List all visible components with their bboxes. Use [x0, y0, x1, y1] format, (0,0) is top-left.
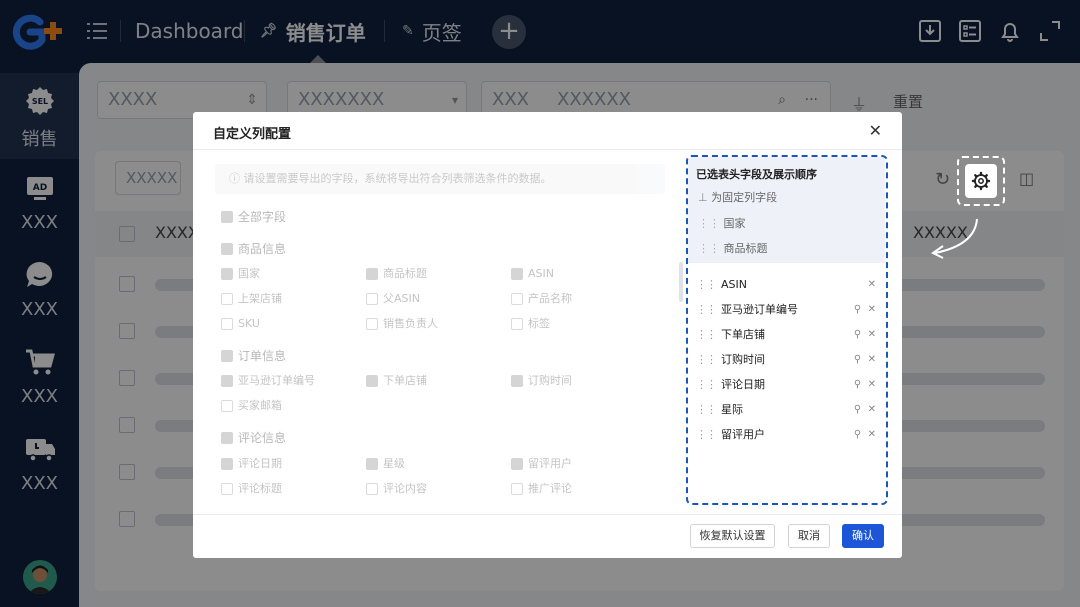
remove-icon[interactable]: ✕: [868, 354, 876, 365]
selected-column-item[interactable]: ⋮⋮ 星际 ⚲ ✕: [696, 402, 880, 418]
fixed-column-item: ⋮⋮ 商品标题: [698, 240, 768, 256]
field-checkbox[interactable]: 评论标题: [221, 482, 282, 496]
scrollbar[interactable]: [679, 262, 683, 302]
field-checkbox[interactable]: 产品名称: [511, 292, 572, 306]
remove-icon[interactable]: ✕: [868, 404, 876, 415]
field-selection-pane: ⓘ 请设置需要导出的字段，系统将导出符合列表筛选条件的数据。 全部字段 商品信息…: [215, 164, 670, 508]
column-label: 星际: [721, 403, 743, 416]
row-actions: ⚲ ✕: [854, 402, 876, 418]
field-checkbox[interactable]: 亚马逊订单编号: [221, 374, 315, 388]
drag-handle-icon[interactable]: ⋮⋮: [696, 353, 717, 366]
field-checkbox[interactable]: 国家: [221, 267, 260, 281]
selected-column-item[interactable]: ⋮⋮ 下单店铺 ⚲ ✕: [696, 327, 880, 343]
checkbox-group[interactable]: 商品信息: [221, 242, 286, 256]
field-checkbox[interactable]: ASIN: [511, 267, 554, 281]
divider: [193, 149, 902, 150]
pin-icon[interactable]: ⚲: [854, 329, 861, 340]
cancel-button[interactable]: 取消: [788, 524, 830, 548]
pin-icon[interactable]: ⚲: [854, 379, 861, 390]
column-label: 评论日期: [721, 378, 765, 391]
close-icon[interactable]: ✕: [869, 121, 882, 140]
dialog-title: 自定义列配置: [213, 127, 292, 142]
field-checkbox[interactable]: 留评用户: [511, 457, 572, 471]
pointer-arrow-icon: [931, 218, 978, 259]
column-label: 订购时间: [721, 353, 765, 366]
drag-handle-icon[interactable]: ⋮⋮: [696, 328, 717, 341]
drag-handle-icon[interactable]: ⋮⋮: [696, 378, 717, 391]
remove-icon[interactable]: ✕: [868, 304, 876, 315]
drag-handle-icon[interactable]: ⋮⋮: [696, 303, 717, 316]
field-checkbox[interactable]: 上架店铺: [221, 292, 282, 306]
fixed-column-label: 商品标题: [723, 242, 768, 255]
restore-defaults-button[interactable]: 恢复默认设置: [690, 524, 775, 548]
remove-icon[interactable]: ✕: [868, 277, 876, 293]
selected-column-item[interactable]: ⋮⋮ 亚马逊订单编号 ⚲ ✕: [696, 302, 880, 318]
column-label: 亚马逊订单编号: [721, 303, 798, 316]
field-checkbox[interactable]: 评论内容: [366, 482, 427, 496]
field-checkbox[interactable]: 销售负责人: [366, 317, 438, 331]
notice-text: 请设置需要导出的字段，系统将导出符合列表筛选条件的数据。: [243, 172, 552, 185]
gear-icon: [971, 171, 991, 191]
column-label: ASIN: [721, 278, 747, 291]
selected-column-item[interactable]: ⋮⋮ 评论日期 ⚲ ✕: [696, 377, 880, 393]
field-checkbox[interactable]: 下单店铺: [366, 374, 427, 388]
pin-icon: ⊥: [698, 191, 712, 204]
row-actions: ⚲ ✕: [854, 302, 876, 318]
fixed-columns-hint: ⊥ 为固定列字段: [698, 189, 777, 205]
info-icon: ⓘ: [229, 172, 244, 185]
row-actions: ⚲ ✕: [854, 327, 876, 343]
drag-handle-icon[interactable]: ⋮⋮: [696, 428, 717, 441]
info-notice: ⓘ 请设置需要导出的字段，系统将导出符合列表筛选条件的数据。: [215, 164, 665, 194]
field-checkbox[interactable]: 买家邮箱: [221, 399, 282, 413]
field-checkbox[interactable]: 星级: [366, 457, 405, 471]
row-actions: ⚲ ✕: [854, 427, 876, 443]
column-label: 下单店铺: [721, 328, 765, 341]
checkbox-group[interactable]: 订单信息: [221, 349, 286, 363]
row-actions: ⚲ ✕: [854, 352, 876, 368]
app-window: Dashboard 📌︎ 销售订单 ✎ 页签 + SEL 销售 AD XXX X…: [0, 0, 1080, 607]
pin-icon[interactable]: ⚲: [854, 354, 861, 365]
field-checkbox[interactable]: 父ASIN: [366, 292, 420, 306]
confirm-button[interactable]: 确认: [842, 524, 884, 548]
remove-icon[interactable]: ✕: [868, 329, 876, 340]
checkbox-all-fields[interactable]: 全部字段: [221, 210, 286, 224]
fixed-column-label: 国家: [723, 217, 746, 230]
remove-icon[interactable]: ✕: [868, 379, 876, 390]
remove-icon[interactable]: ✕: [868, 429, 876, 440]
field-checkbox[interactable]: SKU: [221, 317, 260, 331]
fixed-label: 为固定列字段: [711, 191, 778, 204]
selected-column-item[interactable]: ⋮⋮ 订购时间 ⚲ ✕: [696, 352, 880, 368]
selected-column-item[interactable]: ⋮⋮ ASIN ✕: [696, 277, 880, 293]
column-settings-button[interactable]: [965, 164, 997, 198]
field-checkbox[interactable]: 推广评论: [511, 482, 572, 496]
pin-icon[interactable]: ⚲: [854, 404, 861, 415]
column-config-dialog: 自定义列配置 ✕ ⓘ 请设置需要导出的字段，系统将导出符合列表筛选条件的数据。 …: [193, 112, 902, 558]
selected-columns-pane: 已选表头字段及展示顺序 ⊥ 为固定列字段 ⋮⋮ 国家 ⋮⋮ 商品标题 ⋮⋮ ASI…: [686, 155, 888, 505]
pin-icon[interactable]: ⚲: [854, 304, 861, 315]
fixed-column-item: ⋮⋮ 国家: [698, 215, 746, 231]
row-actions: ⚲ ✕: [854, 377, 876, 393]
column-label: 留评用户: [721, 428, 765, 441]
field-checkbox[interactable]: 评论日期: [221, 457, 282, 471]
selected-column-item[interactable]: ⋮⋮ 留评用户 ⚲ ✕: [696, 427, 880, 443]
checkbox-group[interactable]: 评论信息: [221, 431, 286, 445]
divider: [193, 514, 902, 515]
column-settings-highlight: [957, 156, 1005, 206]
field-checkbox[interactable]: 标签: [511, 317, 550, 331]
drag-handle-icon: ⋮⋮: [698, 217, 724, 230]
selected-columns-title: 已选表头字段及展示顺序: [696, 168, 817, 181]
field-checkbox[interactable]: 订购时间: [511, 374, 572, 388]
drag-handle-icon[interactable]: ⋮⋮: [696, 403, 717, 416]
drag-handle-icon: ⋮⋮: [698, 242, 724, 255]
field-checkbox[interactable]: 商品标题: [366, 267, 427, 281]
drag-handle-icon[interactable]: ⋮⋮: [696, 278, 717, 291]
fixed-columns-section: 已选表头字段及展示顺序 ⊥ 为固定列字段 ⋮⋮ 国家 ⋮⋮ 商品标题: [688, 157, 885, 263]
pin-icon[interactable]: ⚲: [854, 429, 861, 440]
